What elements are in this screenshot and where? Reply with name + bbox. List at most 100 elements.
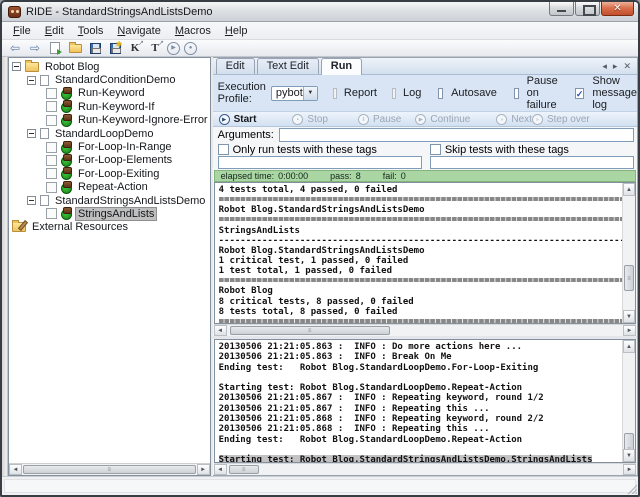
scroll-down-arrow-icon[interactable]: ▼ — [623, 449, 635, 462]
tree-item[interactable]: StringsAndLists — [10, 207, 210, 220]
save-icon[interactable] — [87, 41, 103, 56]
menu-item[interactable]: Tools — [71, 23, 111, 39]
console-horizontal-scrollbar[interactable]: ◄ ≡ ► — [214, 324, 636, 336]
pass-count: 8 — [356, 171, 361, 181]
tab-close-icon[interactable]: ✕ — [623, 61, 631, 72]
test-checkbox[interactable] — [46, 142, 57, 153]
run-icon[interactable]: ▶ — [167, 42, 180, 55]
run-control-button[interactable]: » Step over — [532, 114, 590, 125]
scrollbar-thumb[interactable]: ≡ — [624, 265, 634, 291]
menu-item[interactable]: Help — [218, 23, 255, 39]
maximize-button[interactable] — [575, 2, 600, 16]
close-button[interactable] — [601, 2, 634, 16]
collapse-expander-icon[interactable] — [27, 196, 36, 205]
scrollbar-thumb[interactable]: ≡ — [229, 465, 259, 474]
run-control-button[interactable]: ▪ Stop — [292, 114, 328, 125]
menu-item[interactable]: Edit — [38, 23, 71, 39]
tab[interactable]: Run — [321, 58, 362, 75]
show-message-log-checkbox[interactable]: ✓ — [575, 88, 585, 99]
skip-tags-checkbox[interactable] — [430, 144, 441, 155]
tree-item[interactable]: For-Loop-Elements — [10, 154, 210, 167]
test-checkbox[interactable] — [46, 88, 57, 99]
tab-scroll-left-icon[interactable]: ◂ — [602, 61, 607, 72]
scroll-up-arrow-icon[interactable]: ▲ — [623, 340, 635, 353]
tree-item[interactable]: For-Loop-Exiting — [10, 167, 210, 180]
scroll-up-arrow-icon[interactable]: ▲ — [623, 183, 635, 196]
tree-item[interactable]: Run-Keyword-If — [10, 100, 210, 113]
skip-tags-input[interactable] — [430, 156, 634, 169]
scrollbar-thumb[interactable]: ≡ — [230, 326, 390, 335]
tree-item-label: StandardLoopDemo — [53, 128, 155, 140]
message-log-line: 20130506 21:21:05.868 : INFO : Repeating… — [219, 414, 622, 424]
forward-icon[interactable]: ⇨ — [27, 41, 43, 56]
scroll-left-arrow-icon[interactable]: ◄ — [214, 464, 227, 475]
tree-item[interactable]: Run-Keyword-Ignore-Error — [10, 114, 210, 127]
test-checkbox[interactable] — [46, 101, 57, 112]
tree-item[interactable]: Run-Keyword — [10, 87, 210, 100]
chevron-down-icon[interactable]: ▼ — [303, 87, 317, 100]
collapse-expander-icon[interactable] — [27, 129, 36, 138]
tree-horizontal-scrollbar[interactable]: ◄ ≡ ► — [9, 463, 210, 475]
stop-run-icon[interactable]: ● — [184, 42, 197, 55]
log-horizontal-scrollbar[interactable]: ◄ ≡ ► — [214, 463, 636, 475]
menu-item[interactable]: Navigate — [110, 23, 167, 39]
test-checkbox[interactable] — [46, 208, 57, 219]
open-suite-icon[interactable] — [47, 41, 63, 56]
scroll-right-arrow-icon[interactable]: ► — [197, 464, 210, 475]
tab[interactable]: Edit — [216, 58, 255, 74]
run-control-icon: ▶ — [219, 114, 230, 125]
scroll-down-arrow-icon[interactable]: ▼ — [623, 310, 635, 323]
tab-scroll-right-icon[interactable]: ▸ — [613, 61, 618, 72]
execution-profile-select[interactable]: pybot ▼ — [271, 86, 318, 101]
search-tests-icon[interactable]: T — [147, 41, 163, 56]
run-control-button[interactable]: » Next — [496, 114, 532, 125]
collapse-expander-icon[interactable] — [27, 76, 36, 85]
tree-item-icon — [61, 89, 72, 100]
test-checkbox[interactable] — [46, 168, 57, 179]
scroll-right-arrow-icon[interactable]: ► — [623, 464, 636, 475]
tree-item[interactable]: For-Loop-In-Range — [10, 140, 210, 153]
console-line: ----------------------------------------… — [219, 236, 622, 246]
menu-item[interactable]: Macros — [168, 23, 218, 39]
scroll-left-arrow-icon[interactable]: ◄ — [214, 325, 227, 336]
tree-item[interactable]: External Resources — [10, 221, 210, 234]
minimize-button[interactable] — [549, 2, 574, 16]
autosave-checkbox[interactable] — [438, 88, 443, 99]
only-run-tags-checkbox[interactable] — [218, 144, 229, 155]
log-vertical-scrollbar[interactable]: ▲ ≡ ▼ — [622, 340, 635, 462]
run-control-button[interactable]: ▶ Continue — [415, 114, 470, 125]
console-vertical-scrollbar[interactable]: ▲ ≡ ▼ — [622, 183, 635, 323]
test-checkbox[interactable] — [46, 182, 57, 193]
pause-on-failure-checkbox[interactable] — [514, 88, 519, 99]
save-all-icon[interactable]: ✱ — [107, 41, 123, 56]
message-log-line: Ending test: Robot Blog.StandardLoopDemo… — [219, 435, 622, 445]
only-run-tags-input[interactable] — [218, 156, 422, 169]
tree-item[interactable]: StandardLoopDemo — [10, 127, 210, 140]
tree-item-label: StringsAndLists — [76, 208, 156, 220]
title-bar[interactable]: RIDE - StandardStringsAndListsDemo — [2, 2, 638, 22]
resize-grip[interactable] — [625, 482, 637, 494]
search-keywords-icon[interactable]: K — [127, 41, 143, 56]
tab[interactable]: Text Edit — [257, 58, 319, 74]
test-checkbox[interactable] — [46, 155, 57, 166]
message-log-line: Ending test: Robot Blog.StandardLoopDemo… — [219, 363, 622, 373]
tree-item[interactable]: StandardStringsAndListsDemo — [10, 194, 210, 207]
scroll-left-arrow-icon[interactable]: ◄ — [9, 464, 22, 475]
report-button[interactable]: Report — [344, 87, 377, 99]
arguments-input[interactable] — [279, 128, 634, 142]
tree-item-label: Run-Keyword-Ignore-Error — [76, 114, 210, 126]
run-control-button[interactable]: ‖ Pause — [358, 114, 401, 125]
open-directory-icon[interactable] — [67, 41, 83, 56]
scroll-right-arrow-icon[interactable]: ► — [623, 325, 636, 336]
scrollbar-thumb[interactable]: ≡ — [23, 465, 196, 474]
run-control-label: Pause — [373, 114, 401, 125]
tree-item[interactable]: StandardConditionDemo — [10, 73, 210, 86]
collapse-expander-icon[interactable] — [12, 62, 21, 71]
tree-item[interactable]: Repeat-Action — [10, 181, 210, 194]
run-control-button[interactable]: ▶ Start — [219, 114, 257, 125]
menu-item[interactable]: File — [6, 23, 38, 39]
test-checkbox[interactable] — [46, 115, 57, 126]
tree-item[interactable]: Robot Blog — [10, 60, 210, 73]
back-icon[interactable]: ⇦ — [7, 41, 23, 56]
log-button[interactable]: Log — [403, 87, 421, 99]
